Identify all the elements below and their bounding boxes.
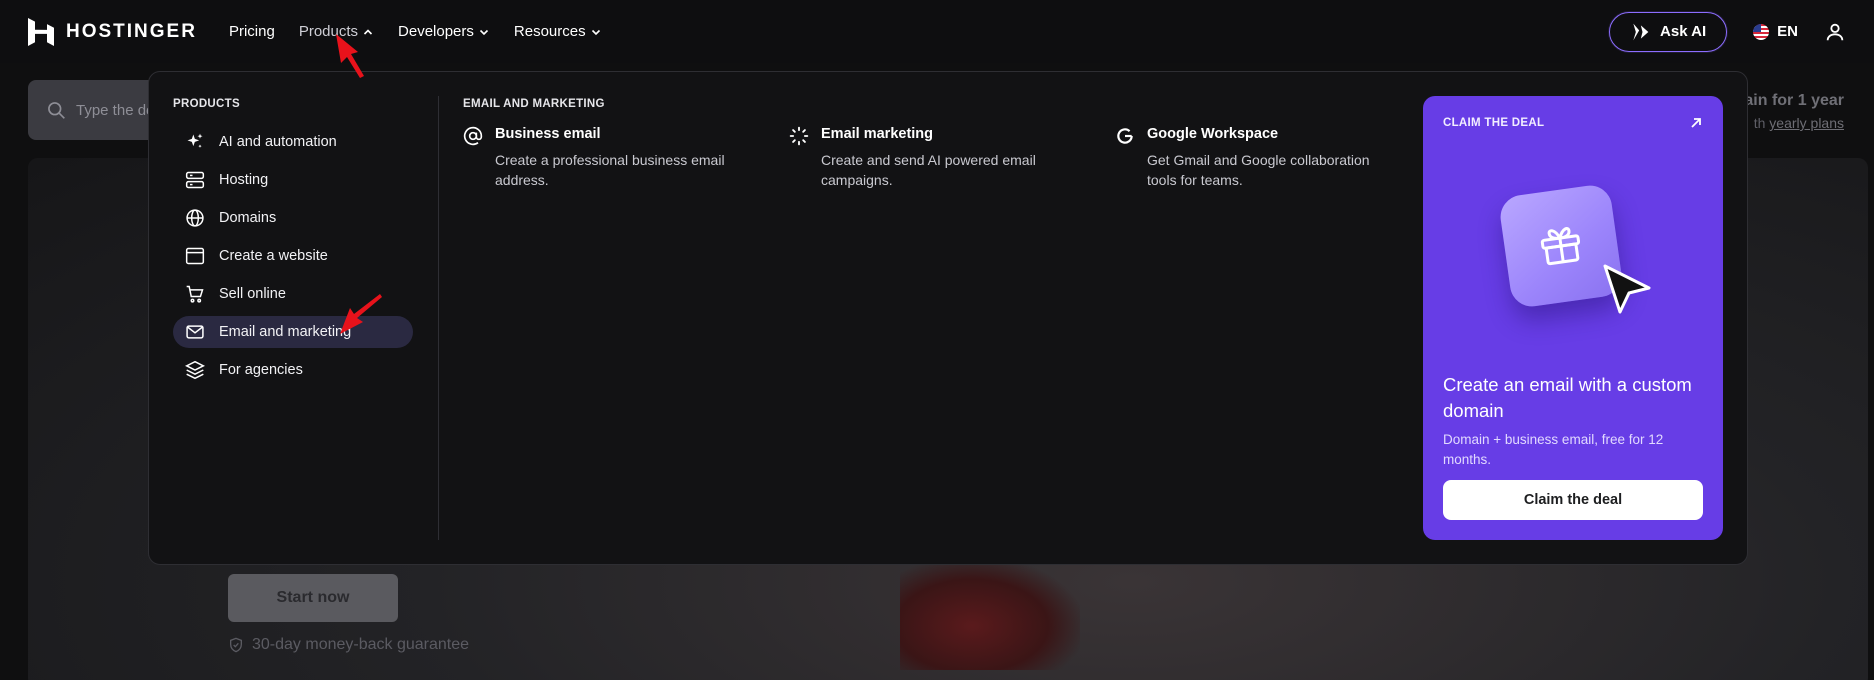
money-back-guarantee: 30-day money-back guarantee (228, 636, 469, 654)
menu-item-hosting[interactable]: Hosting (173, 164, 413, 196)
globe-icon (186, 209, 204, 227)
deal-heading: Create an email with a custom domain (1443, 374, 1692, 421)
claim-deal-button[interactable]: Claim the deal (1443, 480, 1703, 520)
offer-description: Get Gmail and Google collaboration tools… (1147, 152, 1370, 188)
menu-item-ai-automation[interactable]: AI and automation (173, 126, 413, 158)
top-navigation: HOSTINGER Pricing Products Developers Re… (0, 0, 1874, 63)
gift-icon (1540, 227, 1581, 266)
offer-description: Create a professional business email add… (495, 152, 725, 188)
at-sign-icon (463, 126, 483, 146)
nav-resources-label: Resources (513, 23, 586, 40)
menu-item-label: Sell online (219, 286, 286, 302)
hostinger-logo[interactable]: HOSTINGER (28, 17, 197, 46)
products-column-title: PRODUCTS (173, 98, 240, 110)
offer-title: Email marketing (821, 126, 934, 142)
menu-item-create-website[interactable]: Create a website (173, 240, 413, 272)
language-selector[interactable]: EN (1753, 23, 1798, 40)
products-mega-menu: PRODUCTS AI and automation Hosting Domai… (148, 71, 1748, 565)
right-nav: Ask AI EN (1609, 11, 1846, 52)
offer-google-workspace[interactable]: Google Workspace Get Gmail and Google co… (1115, 126, 1441, 190)
sparkle-icon (187, 133, 203, 148)
ai-spark-icon (1633, 23, 1649, 40)
domain-search-input[interactable]: Type the de (28, 80, 158, 140)
layers-icon (185, 360, 205, 380)
annotation-arrow-products (336, 34, 364, 78)
ask-ai-label: Ask AI (1660, 23, 1707, 40)
hero-skateboard-shoe-image (900, 560, 1080, 670)
claim-deal-card[interactable]: CLAIM THE DEAL Create an email with a cu… (1423, 96, 1723, 540)
promo-text: ain for 1 year th yearly plans (1744, 90, 1844, 134)
server-icon (185, 171, 205, 189)
google-g-icon (1117, 128, 1133, 144)
nav-developers-label: Developers (398, 23, 474, 40)
search-icon (48, 102, 65, 119)
offer-title: Business email (495, 126, 601, 142)
nav-developers[interactable]: Developers (398, 23, 490, 40)
arrow-up-right-icon[interactable] (1689, 116, 1703, 130)
promo-line-2-prefix: th (1753, 115, 1770, 131)
shield-check-icon (230, 637, 242, 653)
deal-header: CLAIM THE DEAL (1443, 116, 1703, 130)
nav-resources[interactable]: Resources (514, 23, 602, 40)
us-flag-icon (1753, 23, 1770, 40)
nav-pricing[interactable]: Pricing (229, 23, 275, 40)
cart-icon (186, 285, 204, 303)
cursor-pointer-icon (1603, 264, 1651, 314)
menu-item-label: For agencies (219, 362, 303, 378)
brand-name: HOSTINGER (66, 20, 197, 42)
offer-description: Create and send AI powered email campaig… (821, 152, 1036, 188)
products-column: PRODUCTS AI and automation Hosting Domai… (173, 98, 413, 392)
menu-item-label: Domains (219, 210, 277, 226)
menu-item-domains[interactable]: Domains (173, 202, 413, 234)
hostinger-logo-icon (28, 17, 54, 46)
ask-ai-button[interactable]: Ask AI (1609, 11, 1728, 52)
email-marketing-column: EMAIL AND MARKETING Business email Creat… (463, 98, 1441, 190)
offer-title: Google Workspace (1147, 126, 1279, 142)
menu-divider (438, 96, 439, 540)
gift-illustration (1497, 182, 1661, 324)
nav-pricing-label: Pricing (228, 23, 275, 40)
promo-line-1: ain for 1 year (1744, 92, 1844, 109)
menu-item-label: AI and automation (219, 134, 337, 150)
search-placeholder: Type the de (76, 101, 155, 119)
menu-item-label: Email and marketing (219, 324, 352, 340)
user-account-icon[interactable] (1824, 21, 1846, 43)
menu-item-for-agencies[interactable]: For agencies (173, 354, 413, 386)
email-offers: Business email Create a professional bus… (463, 126, 1441, 190)
offer-business-email[interactable]: Business email Create a professional bus… (463, 126, 789, 190)
language-label: EN (1777, 23, 1798, 40)
main-nav: Pricing Products Developers Resources (229, 23, 602, 40)
yearly-plans-link[interactable]: yearly plans (1769, 115, 1844, 131)
chevron-down-icon (591, 29, 600, 35)
spinner-icon (789, 126, 809, 146)
start-now-button[interactable]: Start now (228, 574, 398, 622)
menu-item-label: Create a website (219, 248, 328, 264)
deal-subtext: Domain + business email, free for 12 mon… (1443, 432, 1664, 467)
offer-email-marketing[interactable]: Email marketing Create and send AI power… (789, 126, 1115, 190)
email-marketing-title: EMAIL AND MARKETING (463, 98, 605, 110)
chevron-down-icon (479, 29, 488, 35)
envelope-icon (186, 325, 204, 339)
annotation-arrow-email (340, 294, 382, 334)
guarantee-text: 30-day money-back guarantee (252, 636, 470, 653)
menu-item-label: Hosting (219, 172, 269, 188)
browser-window-icon (185, 247, 205, 265)
deal-label: CLAIM THE DEAL (1443, 117, 1545, 129)
